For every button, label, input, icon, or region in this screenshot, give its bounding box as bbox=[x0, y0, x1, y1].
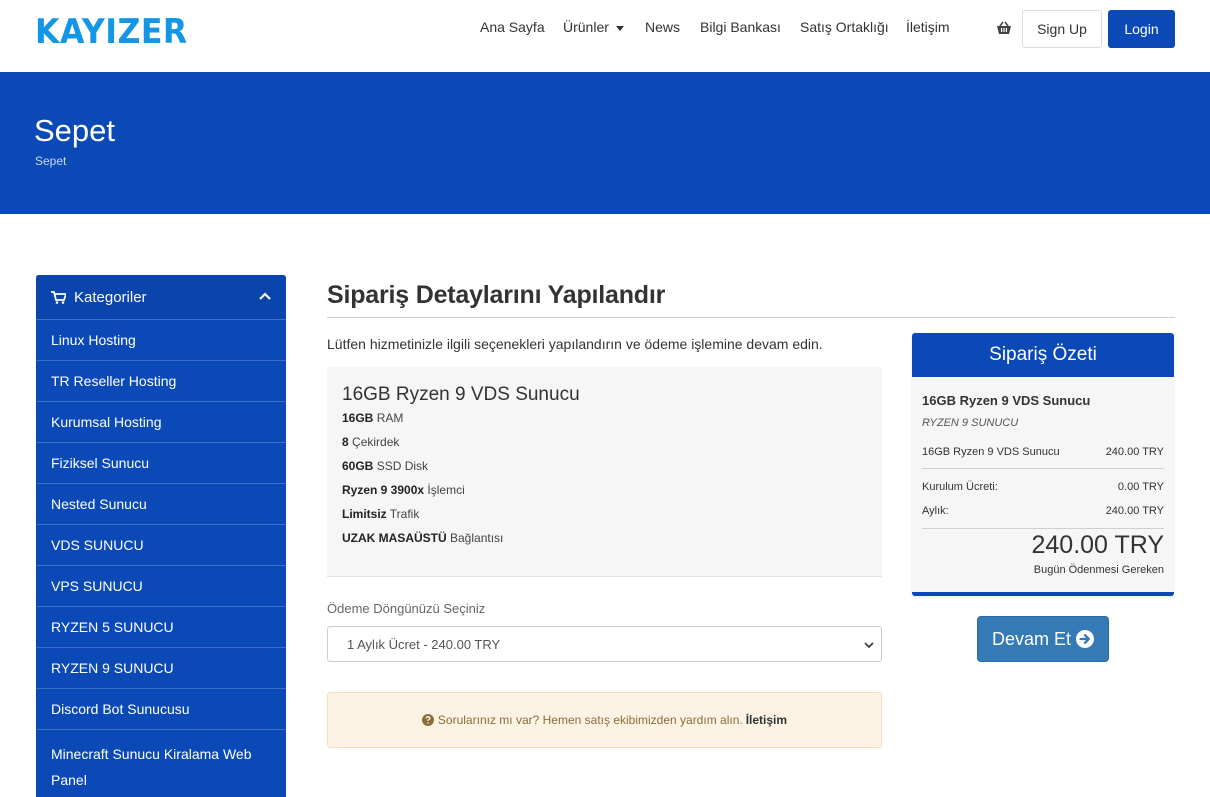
summary-product-name: 16GB Ryzen 9 VDS Sunucu bbox=[922, 393, 1091, 408]
setup-fee-price: 0.00 TRY bbox=[1117, 481, 1164, 493]
nav-products[interactable]: Ürünler bbox=[563, 19, 624, 35]
top-navbar: KAYIZER Ana Sayfa Ürünler News Bilgi Ban… bbox=[0, 0, 1210, 72]
spec-line: 8 Çekirdek bbox=[342, 435, 400, 449]
summary-monthly: Aylık: 240.00 TRY bbox=[922, 505, 1164, 517]
categories-header[interactable]: Kategoriler bbox=[36, 275, 286, 319]
spec-line: UZAK MASAÜSTÜ Bağlantısı bbox=[342, 531, 504, 545]
nav-products-label: Ürünler bbox=[563, 19, 609, 35]
nav-home[interactable]: Ana Sayfa bbox=[480, 19, 545, 35]
page-header-banner: Sepet Sepet bbox=[0, 72, 1210, 214]
help-text: Sorularınız mı var? Hemen satış ekibimiz… bbox=[437, 713, 743, 727]
signup-button[interactable]: Sign Up bbox=[1022, 10, 1102, 48]
section-title: Sipariş Detaylarını Yapılandır bbox=[327, 281, 666, 309]
divider bbox=[922, 468, 1164, 469]
monthly-price: 240.00 TRY bbox=[1105, 505, 1164, 517]
setup-fee-label: Kurulum Ücreti: bbox=[922, 481, 998, 493]
arrow-circle-right-icon bbox=[1076, 630, 1095, 648]
spec-line: 16GB RAM bbox=[342, 411, 404, 425]
summary-product-group: RYZEN 9 SUNUCU bbox=[922, 417, 1019, 429]
summary-setup-fee: Kurulum Ücreti: 0.00 TRY bbox=[922, 481, 1164, 493]
sidebar-item-vds-sunucu[interactable]: VDS SUNUCU bbox=[36, 524, 286, 565]
monthly-label: Aylık: bbox=[922, 505, 949, 517]
divider bbox=[327, 317, 1175, 318]
help-alert: Sorularınız mı var? Hemen satış ekibimiz… bbox=[327, 692, 882, 748]
summary-line-item: 16GB Ryzen 9 VDS Sunucu 240.00 TRY bbox=[922, 446, 1164, 458]
summary-line-price: 240.00 TRY bbox=[1105, 446, 1164, 458]
brand-logo[interactable]: KAYIZER bbox=[35, 12, 188, 52]
shopping-cart-icon bbox=[51, 290, 66, 304]
sidebar-item-linux-hosting[interactable]: Linux Hosting bbox=[36, 319, 286, 360]
nav-affiliates[interactable]: Satış Ortaklığı bbox=[800, 19, 889, 35]
order-summary-panel: Sipariş Özeti 16GB Ryzen 9 VDS Sunucu RY… bbox=[912, 333, 1174, 596]
chevron-down-icon bbox=[864, 642, 874, 649]
total-due-amount: 240.00 TRY bbox=[1031, 531, 1164, 559]
sidebar-item-discord-bot-sunucusu[interactable]: Discord Bot Sunucusu bbox=[36, 688, 286, 729]
intro-text: Lütfen hizmetinizle ilgili seçenekleri y… bbox=[327, 336, 823, 352]
sidebar-item-vps-sunucu[interactable]: VPS SUNUCU bbox=[36, 565, 286, 606]
categories-sidebar: Kategoriler Linux Hosting TR Reseller Ho… bbox=[36, 275, 286, 797]
order-summary-title: Sipariş Özeti bbox=[912, 333, 1174, 377]
billing-cycle-label: Ödeme Döngünüzü Seçiniz bbox=[327, 601, 486, 616]
question-circle-icon bbox=[421, 714, 434, 726]
contact-link[interactable]: İletişim bbox=[746, 713, 787, 727]
chevron-down-icon bbox=[615, 25, 624, 31]
categories-title: Kategoriler bbox=[74, 288, 147, 306]
breadcrumb[interactable]: Sepet bbox=[35, 154, 66, 168]
continue-button[interactable]: Devam Et bbox=[977, 616, 1109, 662]
spec-line: Ryzen 9 3900x İşlemci bbox=[342, 483, 465, 497]
nav-knowledgebase[interactable]: Bilgi Bankası bbox=[700, 19, 781, 35]
sidebar-item-tr-reseller-hosting[interactable]: TR Reseller Hosting bbox=[36, 360, 286, 401]
sidebar-item-fiziksel-sunucu[interactable]: Fiziksel Sunucu bbox=[36, 442, 286, 483]
shopping-basket-icon[interactable] bbox=[996, 21, 1012, 35]
summary-bottom-bar bbox=[912, 592, 1174, 596]
nav-contact[interactable]: İletişim bbox=[906, 19, 950, 35]
sidebar-item-ryzen-5-sunucu[interactable]: RYZEN 5 SUNUCU bbox=[36, 606, 286, 647]
spec-line: Limitsiz Trafik bbox=[342, 507, 420, 521]
billing-cycle-select[interactable]: 1 Aylık Ücret - 240.00 TRY bbox=[327, 626, 882, 662]
divider bbox=[922, 528, 1164, 529]
spec-line: 60GB SSD Disk bbox=[342, 459, 429, 473]
sidebar-item-nested-sunucu[interactable]: Nested Sunucu bbox=[36, 483, 286, 524]
product-info-panel: 16GB Ryzen 9 VDS Sunucu 16GB RAM 8 Çekir… bbox=[327, 367, 882, 577]
page-title: Sepet bbox=[34, 113, 116, 148]
chevron-up-icon[interactable] bbox=[258, 289, 272, 303]
summary-line-label: 16GB Ryzen 9 VDS Sunucu bbox=[922, 446, 1060, 458]
billing-cycle-value: 1 Aylık Ücret - 240.00 TRY bbox=[347, 636, 501, 652]
total-due-label: Bugün Ödenmesi Gereken bbox=[1033, 564, 1164, 576]
sidebar-item-ryzen-9-sunucu[interactable]: RYZEN 9 SUNUCU bbox=[36, 647, 286, 688]
sidebar-item-kurumsal-hosting[interactable]: Kurumsal Hosting bbox=[36, 401, 286, 442]
nav-news[interactable]: News bbox=[645, 19, 680, 35]
sidebar-item-minecraft-sunucu[interactable]: Minecraft Sunucu Kiralama Web Panel bbox=[36, 729, 286, 797]
continue-label: Devam Et bbox=[991, 628, 1072, 649]
login-button[interactable]: Login bbox=[1108, 10, 1175, 48]
product-name: 16GB Ryzen 9 VDS Sunucu bbox=[342, 384, 580, 405]
